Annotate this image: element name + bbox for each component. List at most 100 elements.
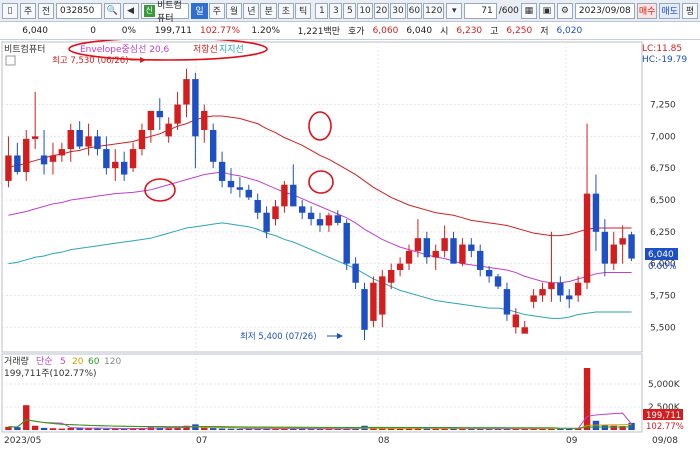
price-tick-label: 6,250 xyxy=(650,228,676,238)
market-select[interactable]: 주 xyxy=(20,2,36,19)
candle-body xyxy=(272,206,279,220)
interval-tab-60[interactable]: 60 xyxy=(406,2,423,19)
period-tab-1[interactable]: 주 xyxy=(208,2,225,19)
candle-body xyxy=(14,155,21,172)
count-value: 71 xyxy=(481,5,493,16)
period-tab-5[interactable]: 초 xyxy=(277,2,295,19)
count-input[interactable]: 71 xyxy=(464,2,497,19)
volume-ratio: 102.77% xyxy=(200,25,241,36)
price-tick-label: 5,500 xyxy=(650,323,676,333)
volume-bar xyxy=(40,427,48,430)
volume-bar xyxy=(218,428,226,430)
candle-body xyxy=(610,244,617,264)
current-pct-label: 0.00% xyxy=(648,262,677,272)
low-annotation: 최저 5,400 (07/26) xyxy=(240,331,317,342)
candle-body xyxy=(619,238,626,245)
interval-tab-20[interactable]: 20 xyxy=(373,2,390,19)
date-tick-label: 08 xyxy=(378,436,390,446)
candle-body xyxy=(129,149,137,169)
price-panel-frame xyxy=(1,41,643,353)
price-volume-chart[interactable]: 7,2507,0006,7506,5006,2506,0005,7505,500… xyxy=(0,37,700,451)
volume-badge-pct: 102.77% xyxy=(646,422,684,432)
low-label: 저 xyxy=(540,27,549,37)
quote-label: 호가 xyxy=(348,27,365,37)
price-tick-label: 6,750 xyxy=(650,164,676,174)
volume-bar xyxy=(94,428,101,430)
candle-body xyxy=(112,161,119,169)
interval-tab-10[interactable]: 10 xyxy=(357,2,373,19)
search-icon[interactable]: 🔍 xyxy=(104,2,121,19)
current-price: 6,040 xyxy=(22,25,48,36)
period-tabs: 일주월년분초틱 xyxy=(191,2,312,19)
open-label: 시 xyxy=(440,27,449,37)
interval-tab-3[interactable]: 3 xyxy=(329,2,343,19)
chart-menu-icon[interactable]: ▯ xyxy=(2,2,18,19)
interval-tab-5[interactable]: 5 xyxy=(343,2,357,19)
speaker-icon[interactable]: ◀ xyxy=(122,2,139,19)
volume-ma-120: 120 xyxy=(104,357,121,367)
period-tab-2[interactable]: 월 xyxy=(225,2,243,19)
stock-chart-window: ▯ 주 전 032850 🔍 ◀ 신 비트컴퓨터 일주월년분초틱 1 3 5 10 20… xyxy=(0,0,700,451)
period-tab-4[interactable]: 분 xyxy=(260,2,277,19)
candle-body xyxy=(281,184,288,207)
candle-body xyxy=(209,130,217,162)
candle-body xyxy=(218,161,226,181)
volume-bar xyxy=(58,428,66,430)
stock-name-field[interactable]: 신 비트컴퓨터 xyxy=(140,1,190,24)
candle-body xyxy=(58,149,66,156)
candle-body xyxy=(628,234,635,259)
stock-code-input[interactable]: 032850 xyxy=(56,2,103,19)
buy-button[interactable]: 매수 xyxy=(636,2,658,19)
interval-tabs: 1 3 5 10 20 30 60 120 xyxy=(315,2,445,19)
current-price-label: 6,040 xyxy=(648,250,674,260)
volume-tick-label: 5,000K xyxy=(648,380,681,390)
interval-tab-1[interactable]: 1 xyxy=(315,2,329,19)
legend-envelope: Envelope중심선 20,6 xyxy=(80,44,170,55)
dropdown-icon[interactable]: ▾ xyxy=(446,2,463,19)
candle-body xyxy=(379,276,386,315)
candle-body xyxy=(539,289,546,296)
candle-body xyxy=(432,250,439,258)
date-tick-label: 07 xyxy=(196,436,207,446)
candle-body xyxy=(120,161,128,175)
prev-button[interactable]: 전 xyxy=(38,2,54,19)
sell-button[interactable]: 매도 xyxy=(659,2,680,19)
candle-body xyxy=(468,244,475,251)
candle-body xyxy=(503,289,511,315)
price-axis: 7,2507,0006,7506,5006,2506,0005,7505,500 xyxy=(650,101,676,334)
period-tab-0[interactable]: 일 xyxy=(191,2,208,19)
candle-body xyxy=(85,136,92,147)
candle-body xyxy=(156,110,163,118)
date-axis: 2023/05 07 08 09 09/08 xyxy=(4,436,678,446)
settings-icon[interactable]: ⚙ xyxy=(556,2,573,19)
chart-toolbar: ▯ 주 전 032850 🔍 ◀ 신 비트컴퓨터 일주월년분초틱 1 3 5 10 20… xyxy=(0,0,700,24)
candle-body xyxy=(5,155,12,181)
candle-body xyxy=(361,289,368,330)
volume-panel-title: 거래량 xyxy=(4,355,29,367)
candle-body xyxy=(307,212,315,220)
chart-area: 7,250 7,000 6,750 6,500 6,250 6,000 5,750 5,500… xyxy=(0,37,700,451)
volume-ma-60: 60 xyxy=(88,357,100,367)
period-tab-3[interactable]: 년 xyxy=(243,2,260,19)
interval-tab-30[interactable]: 30 xyxy=(390,2,406,19)
save-icon[interactable]: ▣ xyxy=(538,2,555,19)
lc-label: LC:11.85 xyxy=(642,44,682,54)
volume-current-text: 199,711주(102.77%) xyxy=(4,368,97,379)
count-total: /600 xyxy=(498,5,519,16)
date-input[interactable]: 2023/09/08 xyxy=(574,2,635,19)
candle-body xyxy=(441,238,448,251)
price-tick-label: 5,750 xyxy=(650,291,676,301)
legend-support: 지지선 xyxy=(219,44,244,55)
grid-icon[interactable]: ▦ xyxy=(520,2,537,19)
eval-button[interactable]: 평 xyxy=(682,2,698,19)
candle-body xyxy=(592,193,600,232)
price-tick-label: 7,250 xyxy=(650,101,676,111)
candle-body xyxy=(94,136,101,150)
candle-body xyxy=(254,200,261,213)
candle-body xyxy=(414,238,422,251)
interval-tab-120[interactable]: 120 xyxy=(423,2,445,19)
trade-amount: 1,221백만 xyxy=(297,27,340,37)
candle-body xyxy=(574,282,582,296)
candle-body xyxy=(103,149,110,169)
period-tab-6[interactable]: 틱 xyxy=(295,2,312,19)
